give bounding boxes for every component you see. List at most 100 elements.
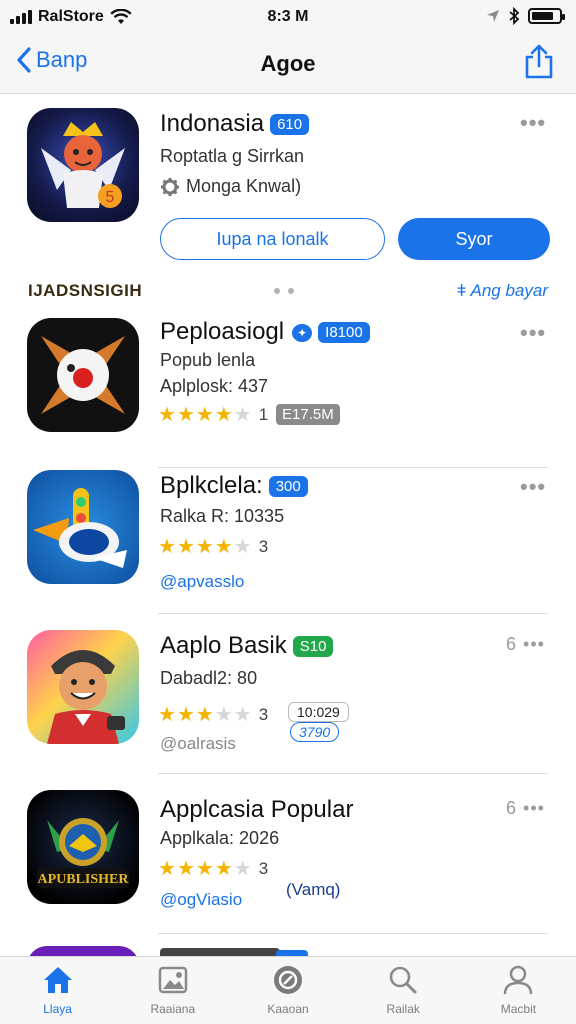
code-pill: 3790 — [290, 722, 340, 742]
app-title: Peploasiogl — [160, 318, 285, 345]
time-pill: 10:029 — [288, 702, 349, 722]
tag-label: (Vamq) — [286, 880, 341, 899]
share-button[interactable] — [524, 44, 554, 85]
tab-label: Kaaoan — [267, 1002, 309, 1016]
photo-icon — [158, 966, 188, 994]
app-badge: S10 — [292, 636, 334, 658]
app-icon: APUBLISHER — [27, 790, 139, 904]
featured-app-badge: 610 — [270, 114, 310, 136]
page-dots — [274, 288, 294, 294]
tab-label: Llaya — [43, 1002, 72, 1016]
tab-label: Raaiana — [150, 1002, 196, 1016]
tab-search[interactable]: Railak — [346, 957, 461, 1024]
emblem-text: APUBLISHER — [37, 872, 129, 887]
profile-icon — [504, 965, 533, 995]
badge-icon — [274, 966, 302, 994]
more-icon[interactable]: 6 ••• — [506, 798, 545, 819]
size-pill: E17.5M — [276, 404, 340, 425]
developer-link[interactable]: @oalrasis — [160, 734, 236, 754]
logo-icon — [33, 488, 127, 568]
app-detail: Aplplosk: 437 — [160, 376, 269, 396]
secondary-action-button[interactable]: Iupa na lonalk — [160, 218, 385, 260]
app-subtitle: Ralka R: 10335 — [160, 506, 285, 526]
share-icon — [525, 44, 553, 79]
app-subtitle: Popub lenla — [160, 350, 256, 370]
gear-icon — [161, 177, 179, 196]
developer-link[interactable]: @ogViasio — [160, 890, 242, 910]
app-name: Aaplo Basik S10 — [160, 632, 334, 660]
page-title: Agoe — [260, 51, 316, 76]
more-icon[interactable]: ••• — [520, 110, 546, 136]
divider — [158, 613, 548, 614]
section-header: IJADSNSIGIH ǂ Ang bayar — [0, 278, 576, 306]
list-item[interactable]: Peploasiogl ✦ I8100 Popub lenla Aplplosk: … — [0, 310, 576, 468]
rating-stars: ★ ★ ★ ★ ★ 3 — [158, 858, 269, 880]
get-button[interactable]: Syor — [398, 218, 550, 260]
featured-app-card: 5 Indonasia 610 Roptatla g Sirrkan Monga … — [0, 108, 576, 268]
emblem-icon: APUBLISHER — [37, 818, 129, 888]
verified-icon: ✦ — [292, 323, 313, 342]
tab-photos[interactable]: Raaiana — [115, 957, 230, 1024]
list-item[interactable]: Bplkclela: 300 Ralka R: 10335 ★ ★ ★ ★ ★ 3 @apv… — [0, 456, 576, 614]
home-icon — [43, 967, 72, 993]
location-icon — [487, 10, 499, 22]
featured-app-name[interactable]: Indonasia 610 — [160, 110, 310, 138]
featured-app-subtitle: Roptatla g Sirrkan — [160, 146, 305, 166]
navigation-bar: Banp Agoe — [0, 36, 576, 94]
section-title: IJADSNSIGIH — [28, 281, 143, 300]
ball-icon — [41, 336, 125, 414]
rating-count: 3 — [258, 858, 269, 878]
status-right — [486, 7, 565, 25]
app-subtitle: Applkala: 2026 — [160, 828, 280, 848]
plus-icon: ǂ — [456, 281, 467, 300]
see-all-label: Ang bayar — [470, 281, 549, 300]
tab-profile[interactable]: Macbit — [461, 957, 576, 1024]
list-item[interactable]: APUBLISHER Applcasia Popular Applkala: 2… — [0, 776, 576, 934]
tab-games[interactable]: Kaaoan — [230, 957, 345, 1024]
developer-label: Monga Knwal) — [186, 176, 302, 196]
list-item-partial[interactable] — [0, 938, 576, 956]
divider — [158, 933, 548, 934]
battery-icon — [528, 8, 565, 24]
app-name-partial — [160, 948, 280, 956]
status-bar: RalStore 8:3 M — [0, 0, 576, 36]
rating-count: 3 — [258, 536, 269, 556]
rating-stars: ★ ★ ★ ★ ★ 3 — [158, 704, 269, 726]
rating-stars: ★ ★ ★ ★ ★ 3 — [158, 536, 269, 558]
developer-link[interactable]: @apvasslo — [160, 572, 244, 592]
app-icon — [27, 946, 139, 956]
rating-count: 3 — [258, 704, 269, 724]
app-icon — [27, 318, 139, 432]
rating-count: 1 — [258, 404, 269, 424]
app-icon — [27, 470, 139, 584]
divider — [158, 773, 548, 774]
app-name: Peploasiogl ✦ I8100 — [160, 318, 370, 346]
search-icon — [389, 966, 417, 994]
bluetooth-icon — [509, 7, 520, 25]
featured-app-developer: Monga Knwal) — [160, 176, 301, 197]
mascot-icon: 5 — [41, 122, 125, 208]
app-badge: 300 — [268, 476, 308, 498]
featured-app-icon[interactable]: 5 — [27, 108, 139, 222]
avatar-icon — [47, 650, 125, 744]
tab-bar: Llaya Raaiana Kaaoan Railak Macbit — [0, 956, 576, 1024]
app-badge: I8100 — [318, 322, 370, 344]
tab-home[interactable]: Llaya — [0, 957, 115, 1024]
app-icon — [27, 630, 139, 744]
app-title: Aaplo Basik — [160, 632, 287, 659]
app-name: Bplkclela: 300 — [160, 472, 308, 500]
app-subtitle: Dabadl2: 80 — [160, 668, 258, 688]
app-title: Bplkclela: — [160, 472, 263, 499]
list-item[interactable]: Aaplo Basik S10 Dabadl2: 80 ★ ★ ★ ★ ★ 3 10:029… — [0, 616, 576, 774]
tab-label: Macbit — [500, 1002, 537, 1016]
more-icon[interactable]: 6 ••• — [506, 634, 545, 655]
svg-text:5: 5 — [106, 189, 115, 206]
rating-stars: ★ ★ ★ ★ ★ 1 — [158, 404, 269, 426]
app-name: Applcasia Popular — [160, 796, 353, 824]
app-title: Applcasia Popular — [160, 796, 354, 823]
tab-label: Railak — [386, 1002, 420, 1016]
see-all-link[interactable]: ǂ Ang bayar — [456, 281, 548, 301]
featured-app-title: Indonasia — [160, 110, 265, 137]
more-icon[interactable]: ••• — [520, 320, 546, 346]
more-icon[interactable]: ••• — [520, 474, 546, 500]
